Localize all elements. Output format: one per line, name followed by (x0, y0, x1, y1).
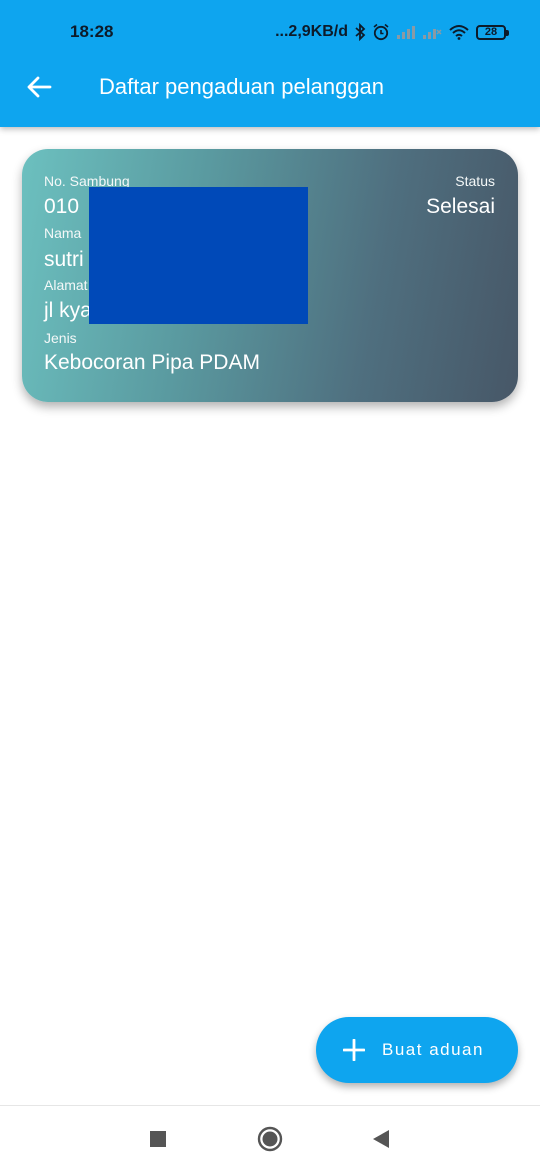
triangle-back-icon (373, 1130, 389, 1148)
arrow-left-icon (27, 76, 52, 98)
jenis-value: Kebocoran Pipa PDAM (44, 351, 260, 374)
jenis-label: Jenis (44, 330, 77, 346)
alamat-label: Alamat (44, 277, 88, 293)
back-button[interactable] (22, 70, 56, 104)
page-title: Daftar pengaduan pelanggan (99, 74, 385, 99)
alamat-value: jl kya (44, 299, 92, 322)
complaint-card[interactable]: No. Sambung 010 Nama sutri Alamat jl kya… (22, 149, 518, 402)
network-speed: ...2,9KB/d (275, 23, 348, 40)
back-nav-button[interactable] (366, 1124, 396, 1154)
app-bar: 18:28 ...2,9KB/d 28 Daftar pengaduan pel… (0, 0, 540, 127)
status-time: 18:28 (70, 22, 114, 41)
nama-label: Nama (44, 225, 82, 241)
status-label: Status (455, 173, 495, 189)
redaction-box (89, 187, 308, 324)
system-nav-bar (0, 1105, 540, 1170)
wifi-icon (448, 24, 470, 40)
create-complaint-label: Buat aduan (382, 1040, 484, 1059)
nama-value: sutri (44, 248, 84, 271)
status-icons: ...2,9KB/d 28 (275, 20, 509, 44)
battery-icon: 28 (476, 24, 509, 40)
status-value: Selesai (426, 195, 495, 218)
create-complaint-button[interactable]: Buat aduan (316, 1017, 518, 1083)
bluetooth-icon (354, 23, 366, 41)
alarm-icon (372, 23, 390, 41)
square-icon (150, 1131, 166, 1147)
circle-icon (257, 1126, 283, 1152)
no-sambung-value: 010 (44, 195, 80, 218)
home-button[interactable] (255, 1124, 285, 1154)
recent-apps-button[interactable] (143, 1124, 173, 1154)
screen: 18:28 ...2,9KB/d 28 Daftar pengaduan pel… (0, 0, 540, 1170)
plus-icon (342, 1038, 366, 1062)
signal-icon-2 (422, 24, 442, 40)
signal-icon (396, 24, 416, 40)
